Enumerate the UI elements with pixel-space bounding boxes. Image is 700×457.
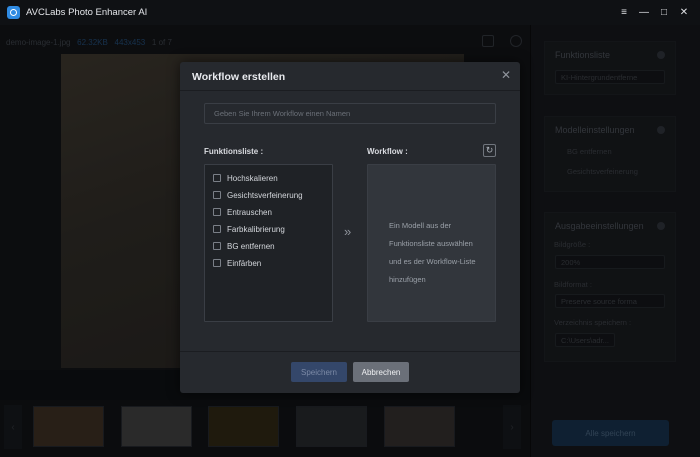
list-item[interactable]: BG entfernen — [213, 240, 275, 252]
dialog-footer-divider — [180, 351, 520, 352]
workflow-hint-line: Funktionsliste auswählen — [389, 239, 473, 248]
list-item[interactable]: Entrauschen — [213, 206, 272, 218]
function-label: Entrauschen — [227, 207, 272, 217]
function-list: Hochskalieren Gesichtsverfeinerung Entra… — [204, 164, 333, 322]
workflow-hint-line: hinzufügen — [389, 275, 426, 284]
checkbox[interactable] — [213, 174, 221, 182]
app-title: AVCLabs Photo Enhancer AI — [26, 7, 148, 18]
maximize-button[interactable]: □ — [654, 0, 674, 25]
save-button[interactable]: Speichern — [291, 362, 347, 382]
refresh-icon[interactable]: ↻ — [483, 144, 496, 157]
list-item[interactable]: Gesichtsverfeinerung — [213, 189, 303, 201]
cancel-button[interactable]: Abbrechen — [353, 362, 409, 382]
minimize-button[interactable]: — — [634, 0, 654, 25]
function-label: Einfärben — [227, 258, 262, 268]
double-chevron-right-icon: » — [344, 224, 352, 239]
checkbox[interactable] — [213, 208, 221, 216]
checkbox[interactable] — [213, 259, 221, 267]
checkbox[interactable] — [213, 191, 221, 199]
workflow-hint-line: Ein Modell aus der — [389, 221, 452, 230]
function-label: Farbkalibrierung — [227, 224, 285, 234]
menu-icon[interactable]: ≡ — [614, 0, 634, 25]
close-icon[interactable]: ✕ — [500, 69, 512, 81]
function-list-label: Funktionsliste : — [204, 147, 264, 156]
create-workflow-dialog: Workflow erstellen ✕ Funktionsliste : Wo… — [180, 62, 520, 393]
function-label: Hochskalieren — [227, 173, 278, 183]
dialog-header-divider — [180, 90, 520, 91]
list-item[interactable]: Hochskalieren — [213, 172, 278, 184]
workflow-name-input[interactable] — [204, 103, 496, 124]
close-button[interactable]: ✕ — [674, 0, 694, 25]
workflow-hint-line: und es der Workflow-Liste — [389, 257, 476, 266]
dialog-title: Workflow erstellen — [192, 71, 286, 83]
list-item[interactable]: Farbkalibrierung — [213, 223, 285, 235]
checkbox[interactable] — [213, 225, 221, 233]
app-logo-icon — [7, 6, 20, 19]
function-label: BG entfernen — [227, 241, 275, 251]
window-controls: ≡ — □ ✕ — [614, 0, 694, 25]
list-item[interactable]: Einfärben — [213, 257, 261, 269]
checkbox[interactable] — [213, 242, 221, 250]
function-label: Gesichtsverfeinerung — [227, 190, 303, 200]
workflow-list: Ein Modell aus der Funktionsliste auswäh… — [367, 164, 496, 322]
title-bar: AVCLabs Photo Enhancer AI ≡ — □ ✕ — [0, 0, 700, 25]
workflow-label: Workflow : — [367, 147, 408, 156]
